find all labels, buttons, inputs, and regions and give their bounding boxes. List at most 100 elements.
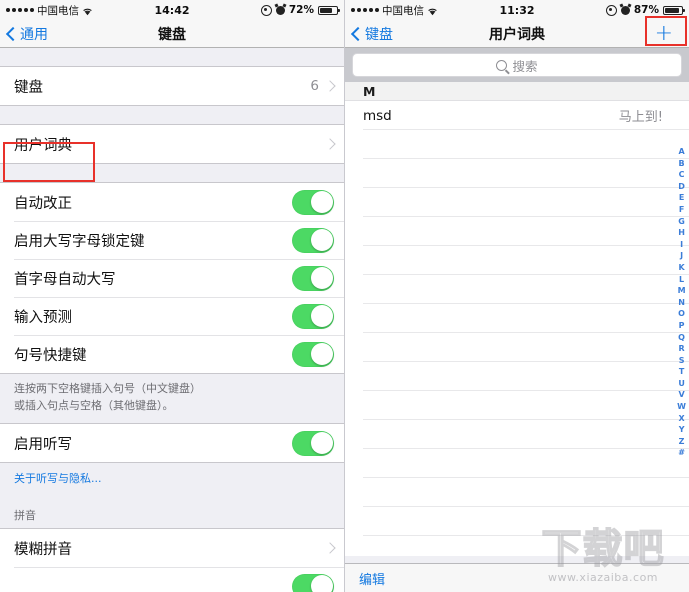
alphabet-index[interactable]: A B C D E F G H I J K L M N O P Q R S T [677, 146, 686, 459]
search-bar-container: 搜索 [345, 48, 689, 82]
index-letter[interactable]: W [677, 401, 686, 413]
empty-row [345, 188, 689, 217]
empty-row [345, 130, 689, 159]
empty-row [345, 391, 689, 420]
group-dictation: 启用听写 [0, 423, 344, 463]
left-nav-bar: 通用 键盘 [0, 20, 344, 48]
row-auto-capitalization[interactable]: 首字母自动大写 [0, 259, 344, 297]
empty-row [345, 449, 689, 478]
empty-row [345, 159, 689, 188]
back-button-label: 通用 [20, 26, 48, 43]
index-letter[interactable]: C [679, 169, 685, 181]
row-enable-dictation[interactable]: 启用听写 [0, 424, 344, 462]
index-letter[interactable]: J [680, 250, 683, 262]
row-caps-lock[interactable]: 启用大写字母锁定键 [0, 221, 344, 259]
page-title: 键盘 [158, 26, 186, 43]
edit-button[interactable]: 编辑 [359, 569, 385, 588]
status-left-group: 中国电信 [6, 3, 93, 18]
index-letter[interactable]: # [678, 447, 685, 459]
toggle-auto-correction[interactable] [292, 189, 334, 215]
add-entry-button[interactable]: + [647, 22, 681, 45]
dictation-privacy-link[interactable]: 关于听写与隐私... [0, 463, 344, 493]
toggle-enable-dictation[interactable] [292, 430, 334, 456]
row-predictive[interactable]: 输入预测 [0, 297, 344, 335]
toggle-predictive[interactable] [292, 303, 334, 329]
index-letter[interactable]: H [678, 227, 685, 239]
row-accessory [292, 303, 334, 329]
empty-row [345, 333, 689, 362]
left-phone-screen: 中国电信 14:42 72% 通用 键盘 键盘 6 用户词典 自动改正 启用大写… [0, 0, 345, 592]
battery-percent-label: 72% [288, 4, 314, 16]
index-letter[interactable]: I [680, 239, 683, 251]
index-letter[interactable]: T [679, 366, 684, 378]
index-letter[interactable]: D [678, 181, 685, 193]
alarm-icon [620, 5, 630, 15]
row-pinyin-partial[interactable] [0, 567, 344, 592]
row-accessory [292, 265, 334, 291]
group-keyboards: 键盘 6 [0, 66, 344, 106]
chevron-right-icon [324, 80, 336, 92]
dictionary-list: M msd 马上到! A B C D E F G H I J K L M N O… [345, 82, 689, 556]
back-button-general[interactable]: 通用 [5, 24, 48, 44]
toggle-auto-capitalization[interactable] [292, 265, 334, 291]
index-letter[interactable]: E [679, 192, 684, 204]
chevron-right-icon [324, 542, 336, 554]
row-fuzzy-pinyin[interactable]: 模糊拼音 [0, 529, 344, 567]
index-letter[interactable]: Y [679, 424, 685, 436]
alarm-icon [275, 5, 285, 15]
index-letter[interactable]: R [679, 343, 685, 355]
entry-term: msd [363, 107, 392, 124]
row-accessory [324, 542, 336, 554]
row-accessory [292, 227, 334, 253]
index-letter[interactable]: Z [679, 436, 685, 448]
toggle-caps-lock[interactable] [292, 227, 334, 253]
empty-row [345, 362, 689, 391]
index-letter[interactable]: Q [678, 332, 685, 344]
page-title: 用户词典 [489, 26, 545, 43]
row-label: 输入预测 [14, 309, 72, 326]
index-letter[interactable]: U [678, 378, 685, 390]
list-spacer-2 [0, 164, 344, 182]
battery-icon [318, 5, 340, 15]
index-letter[interactable]: F [679, 204, 684, 216]
battery-icon [663, 5, 685, 15]
battery-percent-label: 87% [633, 4, 659, 16]
list-spacer-1 [0, 106, 344, 124]
index-letter[interactable]: X [679, 413, 685, 425]
index-letter[interactable]: V [678, 389, 684, 401]
search-icon [496, 59, 508, 71]
row-keyboards[interactable]: 键盘 6 [0, 67, 344, 105]
carrier-label: 中国电信 [382, 4, 424, 17]
row-period-shortcut[interactable]: 句号快捷键 [0, 335, 344, 373]
row-label: 首字母自动大写 [14, 271, 116, 288]
row-auto-correction[interactable]: 自动改正 [0, 183, 344, 221]
empty-row [345, 275, 689, 304]
list-item[interactable]: msd 马上到! [345, 101, 689, 130]
index-letter[interactable]: P [679, 320, 685, 332]
back-button-keyboard[interactable]: 键盘 [350, 24, 393, 44]
period-shortcut-footnote: 连按两下空格键插入句号（中文键盘） 或插入句点与空格（其他键盘）。 [0, 374, 344, 423]
right-phone-screen: 中国电信 11:32 87% 键盘 用户词典 + 搜索 M msd 马上到! A… [345, 0, 689, 592]
wifi-icon [82, 7, 93, 16]
signal-dots-icon [6, 8, 34, 12]
index-letter[interactable]: M [678, 285, 686, 297]
index-letter[interactable]: S [679, 355, 685, 367]
group-pinyin: 模糊拼音 [0, 528, 344, 592]
index-letter[interactable]: B [679, 158, 685, 170]
back-button-label: 键盘 [365, 26, 393, 43]
index-letter[interactable]: N [678, 297, 685, 309]
index-letter[interactable]: A [678, 146, 684, 158]
index-letter[interactable]: O [678, 308, 685, 320]
row-user-dictionary[interactable]: 用户词典 [0, 125, 344, 163]
index-letter[interactable]: L [679, 274, 684, 286]
index-letter[interactable]: G [678, 216, 685, 228]
left-status-bar: 中国电信 14:42 72% [0, 0, 344, 20]
toggle-pinyin-partial[interactable] [292, 573, 334, 592]
index-letter[interactable]: K [678, 262, 684, 274]
row-accessory [292, 430, 334, 456]
search-input[interactable]: 搜索 [352, 53, 682, 77]
toggle-period-shortcut[interactable] [292, 341, 334, 367]
empty-row [345, 507, 689, 536]
group-typing-toggles: 自动改正 启用大写字母锁定键 首字母自动大写 输入预测 句号快捷键 [0, 182, 344, 374]
chevron-right-icon [324, 138, 336, 150]
